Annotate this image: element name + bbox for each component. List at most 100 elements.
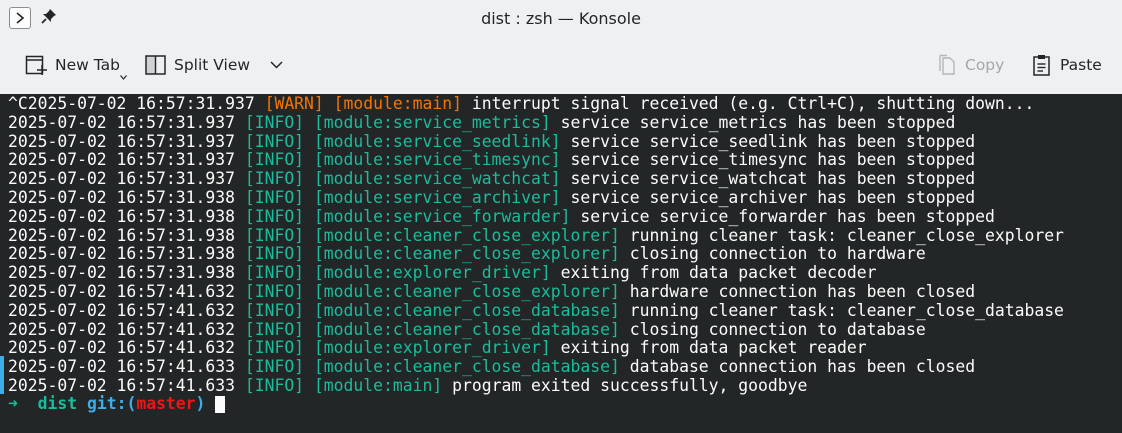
new-tab-label: New Tab bbox=[55, 56, 120, 74]
log-line: 2025-07-02 16:57:41.632 [INFO] [module:e… bbox=[8, 339, 867, 357]
log-level: [INFO] bbox=[244, 300, 305, 320]
log-level: [INFO] bbox=[244, 376, 305, 395]
log-module: [module:cleaner_close_database] bbox=[313, 319, 620, 339]
log-message: service service_timesync has been stoppe… bbox=[570, 150, 976, 170]
split-view-button[interactable]: Split View bbox=[145, 51, 283, 79]
log-timestamp: 2025-07-02 16:57:41.632 bbox=[8, 319, 235, 339]
log-message: service service_metrics has been stopped bbox=[560, 112, 956, 132]
copy-label: Copy bbox=[965, 56, 1005, 74]
log-level: [INFO] bbox=[244, 338, 305, 358]
log-module: [module:cleaner_close_explorer] bbox=[313, 225, 620, 245]
toolbar: New Tab Split View Copy Paste bbox=[0, 38, 1122, 94]
split-view-icon bbox=[145, 55, 166, 75]
chevron-down-icon[interactable] bbox=[270, 61, 283, 69]
log-timestamp: ^C2025-07-02 16:57:31.937 bbox=[8, 94, 255, 113]
log-level: [INFO] bbox=[244, 131, 305, 151]
log-level: [INFO] bbox=[244, 319, 305, 339]
window-title: dist : zsh — Konsole bbox=[481, 9, 641, 28]
log-line: 2025-07-02 16:57:31.937 [INFO] [module:s… bbox=[8, 170, 975, 188]
log-module: [module:cleaner_close_explorer] bbox=[313, 244, 620, 264]
log-message: exiting from data packet reader bbox=[560, 338, 867, 358]
log-module: [module:cleaner_close_explorer] bbox=[313, 282, 620, 301]
log-timestamp: 2025-07-02 16:57:31.937 bbox=[8, 131, 235, 151]
log-line: 2025-07-02 16:57:31.938 [INFO] [module:e… bbox=[8, 264, 876, 282]
log-module: [module:cleaner_close_database] bbox=[313, 300, 620, 320]
log-module: [module:service_forwarder] bbox=[313, 206, 571, 226]
log-timestamp: 2025-07-02 16:57:31.937 bbox=[8, 169, 235, 189]
copy-icon bbox=[939, 54, 955, 75]
log-level: [INFO] bbox=[244, 225, 305, 245]
new-tab-button[interactable]: New Tab bbox=[25, 51, 127, 80]
prompt-line: ➜ dist git:(master) bbox=[8, 394, 226, 413]
log-line: 2025-07-02 16:57:31.938 [INFO] [module:c… bbox=[8, 225, 1064, 245]
log-timestamp: 2025-07-02 16:57:31.938 bbox=[8, 244, 235, 264]
log-module: [module:explorer_driver] bbox=[313, 338, 551, 358]
log-module: [module:service_watchcat] bbox=[313, 169, 561, 189]
log-timestamp: 2025-07-02 16:57:41.632 bbox=[8, 300, 235, 320]
log-timestamp: 2025-07-02 16:57:41.632 bbox=[8, 338, 235, 358]
log-timestamp: 2025-07-02 16:57:31.938 bbox=[8, 188, 235, 207]
log-message: running cleaner task: cleaner_close_expl… bbox=[629, 225, 1064, 245]
log-level: [WARN] bbox=[264, 94, 324, 113]
log-line: 2025-07-02 16:57:41.632 [INFO] [module:c… bbox=[8, 300, 1064, 320]
log-message: service service_archiver has been stoppe… bbox=[570, 188, 976, 207]
log-timestamp: 2025-07-02 16:57:31.938 bbox=[8, 206, 235, 226]
log-message: closing connection to hardware bbox=[629, 244, 926, 264]
log-message: exiting from data packet decoder bbox=[560, 263, 877, 283]
log-timestamp: 2025-07-02 16:57:31.937 bbox=[8, 150, 235, 170]
log-timestamp: 2025-07-02 16:57:41.632 bbox=[8, 282, 235, 301]
log-message: running cleaner task: cleaner_close_data… bbox=[629, 300, 1064, 320]
log-level: [INFO] bbox=[244, 188, 305, 207]
log-line: 2025-07-02 16:57:41.632 [INFO] [module:c… bbox=[8, 319, 926, 339]
log-module: [module:cleaner_close_database] bbox=[313, 357, 620, 377]
log-level: [INFO] bbox=[244, 244, 305, 264]
line-marker bbox=[0, 356, 4, 394]
log-line: 2025-07-02 16:57:41.633 [INFO] [module:m… bbox=[8, 377, 807, 395]
log-timestamp: 2025-07-02 16:57:31.937 bbox=[8, 112, 235, 132]
prompt-git-suffix: ) bbox=[195, 394, 206, 413]
log-line: 2025-07-02 16:57:31.937 [INFO] [module:s… bbox=[8, 131, 976, 151]
log-module: [module:service_timesync] bbox=[313, 150, 561, 170]
log-level: [INFO] bbox=[244, 150, 305, 170]
log-message: program exited successfully, goodbye bbox=[452, 376, 808, 395]
prompt-arrow-icon: ➜ bbox=[8, 394, 18, 413]
log-level: [INFO] bbox=[244, 263, 305, 283]
prompt-git-prefix: git:( bbox=[86, 394, 137, 413]
paste-label: Paste bbox=[1060, 56, 1102, 74]
log-module: [module:service_archiver] bbox=[313, 188, 561, 207]
log-level: [INFO] bbox=[244, 282, 305, 301]
log-message: interrupt signal received (e.g. Ctrl+C),… bbox=[471, 94, 1035, 113]
log-module: [module:main] bbox=[313, 376, 443, 395]
paste-icon bbox=[1033, 55, 1050, 76]
log-line: 2025-07-02 16:57:31.938 [INFO] [module:c… bbox=[8, 245, 926, 263]
chevron-down-icon bbox=[120, 75, 127, 80]
log-line: 2025-07-02 16:57:31.937 [INFO] [module:s… bbox=[8, 151, 975, 169]
log-timestamp: 2025-07-02 16:57:31.938 bbox=[8, 225, 235, 245]
log-module: [module:main] bbox=[333, 94, 462, 113]
log-level: [INFO] bbox=[244, 357, 305, 377]
log-message: service service_forwarder has been stopp… bbox=[580, 206, 995, 226]
copy-button[interactable]: Copy bbox=[937, 51, 1004, 79]
terminal-view[interactable]: ^C2025-07-02 16:57:31.937 [WARN] [module… bbox=[0, 94, 1122, 433]
title-bar: dist : zsh — Konsole bbox=[0, 0, 1122, 38]
log-message: service service_seedlink has been stoppe… bbox=[570, 131, 976, 151]
log-timestamp: 2025-07-02 16:57:31.938 bbox=[8, 263, 235, 283]
log-timestamp: 2025-07-02 16:57:41.633 bbox=[8, 376, 235, 395]
log-level: [INFO] bbox=[244, 112, 305, 132]
text-cursor bbox=[215, 396, 226, 413]
new-tab-icon bbox=[25, 55, 47, 75]
prompt-branch: master bbox=[136, 394, 196, 413]
log-line: 2025-07-02 16:57:31.938 [INFO] [module:s… bbox=[8, 206, 995, 226]
log-line: 2025-07-02 16:57:31.937 [INFO] [module:s… bbox=[8, 112, 956, 132]
log-module: [module:service_metrics] bbox=[313, 112, 551, 132]
log-message: service service_watchcat has been stoppe… bbox=[570, 169, 976, 189]
log-line: 2025-07-02 16:57:41.632 [INFO] [module:c… bbox=[8, 283, 975, 301]
log-message: hardware connection has been closed bbox=[629, 282, 976, 301]
split-view-label: Split View bbox=[174, 56, 251, 74]
paste-button[interactable]: Paste bbox=[1032, 51, 1102, 79]
log-line: 2025-07-02 16:57:31.938 [INFO] [module:s… bbox=[8, 189, 975, 207]
log-level: [INFO] bbox=[244, 206, 305, 226]
log-line: 2025-07-02 16:57:41.633 [INFO] [module:c… bbox=[8, 358, 975, 376]
log-line: ^C2025-07-02 16:57:31.937 [WARN] [module… bbox=[8, 95, 1034, 113]
log-timestamp: 2025-07-02 16:57:41.633 bbox=[8, 357, 235, 377]
